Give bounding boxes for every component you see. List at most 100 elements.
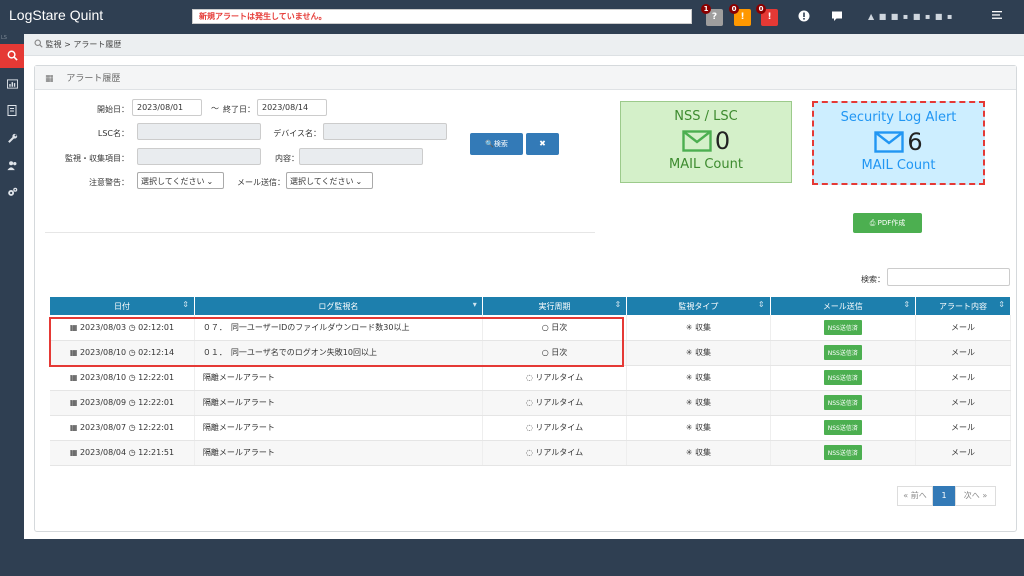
alert-history-table: 日付 ⇕ ログ監視名 ▾ 実行周期 ⇕ 監視タイプ ⇕ メール送信 ⇕ アラート内容 ⇕ ▦…	[50, 297, 1011, 466]
sort-icon: ⇕	[903, 300, 911, 309]
sidebar-item-report[interactable]	[0, 98, 24, 122]
table-row[interactable]: ▦ 2023/08/03 ◷ 02:12:01 ０７． 同一ユーザーIDのファイ…	[50, 315, 1011, 341]
nss-mail-count: 0	[714, 127, 731, 155]
lsc-name-label: LSC名：	[97, 129, 129, 138]
nss-sent-badge[interactable]: NSS送信済	[823, 395, 862, 410]
sidebar-item-settings[interactable]	[0, 181, 24, 205]
cycle-cell: ◌ リアルタイム	[482, 390, 628, 416]
table-icon: ▦	[45, 74, 54, 84]
chat-icon[interactable]	[831, 10, 843, 25]
calendar-icon: ▦	[69, 322, 78, 332]
table-search-input[interactable]	[887, 268, 1010, 286]
app-title[interactable]: LogStare Quint	[9, 7, 103, 23]
column-header-mail-send[interactable]: メール送信 ⇕	[770, 297, 917, 315]
warning-label: 注意警告：	[89, 178, 129, 187]
monitor-type-cell: ✳ 収集	[626, 315, 771, 341]
monitor-type-cell: ✳ 収集	[626, 415, 771, 441]
spinner-icon: ◌	[525, 373, 533, 382]
calendar-icon: ▦	[69, 398, 78, 407]
question-notification-button[interactable]: 1 ?	[701, 4, 723, 26]
monitor-type-cell: ✳ 収集	[626, 340, 771, 366]
error-notification-button[interactable]: 0 !	[756, 4, 778, 26]
column-header-date[interactable]: 日付 ⇕	[50, 297, 195, 315]
alert-content-cell: メール	[915, 440, 1011, 466]
panel-title: アラート履歴	[66, 74, 121, 84]
sidebar-item-dashboard[interactable]	[0, 72, 24, 96]
device-name-input[interactable]	[323, 123, 447, 140]
nss-sent-badge[interactable]: NSS送信済	[823, 445, 862, 460]
search-icon	[34, 39, 43, 48]
nss-sent-badge[interactable]: NSS送信済	[823, 420, 862, 435]
clock-icon: ◷	[128, 423, 136, 432]
top-bar: LogStare Quint 新規アラートは発生していません。 1 ? 0 ! …	[0, 0, 1024, 34]
asterisk-icon: ✳	[685, 423, 693, 432]
breadcrumb-separator: >	[64, 40, 71, 49]
search-icon	[7, 50, 18, 61]
table-row[interactable]: ▦ 2023/08/10 ◷ 02:12:14 ０１． 同一ユーザ名でのログオン…	[50, 340, 1011, 366]
mail-send-cell: NSS送信済	[770, 365, 917, 391]
start-date-input[interactable]: 2023/08/01	[132, 99, 202, 116]
date-cell: ▦ 2023/08/04 ◷ 12:21:51	[50, 440, 195, 466]
footer-bar	[24, 539, 1024, 576]
sidebar-item-search[interactable]	[0, 44, 30, 68]
user-menu[interactable]: ▲ ■ ■ ▪ ■ ▪ ■ ▪	[868, 12, 986, 21]
pagination-page-1[interactable]: 1	[933, 486, 955, 506]
nss-sent-badge[interactable]: NSS送信済	[823, 345, 862, 360]
sidebar-item-tools[interactable]	[0, 127, 24, 151]
content-input[interactable]	[299, 148, 423, 165]
content-label: 内容：	[275, 154, 299, 163]
menu-lines-icon[interactable]	[992, 10, 1004, 23]
nss-sent-badge[interactable]: NSS送信済	[823, 319, 862, 335]
sort-icon: ⇕	[998, 300, 1005, 309]
clock-icon: ◷	[128, 348, 136, 357]
column-header-cycle[interactable]: 実行周期 ⇕	[482, 297, 628, 315]
end-date-label: 終了日：	[223, 105, 255, 114]
date-cell: ▦ 2023/08/07 ◷ 12:22:01	[50, 415, 195, 441]
end-date-input[interactable]: 2023/08/14	[257, 99, 327, 116]
security-card-footer: MAIL Count	[861, 158, 936, 173]
pagination-prev[interactable]: « 前へ	[897, 486, 933, 506]
warning-icon: !	[740, 12, 745, 22]
warning-notification-button[interactable]: 0 !	[729, 4, 751, 26]
alert-message-bar: 新規アラートは発生していません。	[192, 9, 692, 24]
pdf-button-label: PDF作成	[877, 219, 906, 227]
alert-content-cell: メール	[915, 390, 1011, 416]
mail-send-cell: NSS送信済	[770, 340, 917, 366]
mail-send-cell: NSS送信済	[770, 415, 917, 441]
table-row[interactable]: ▦ 2023/08/07 ◷ 12:22:01 隔離メールアラート ◌ リアルタ…	[50, 415, 1011, 441]
column-header-log-monitor-name[interactable]: ログ監視名 ▾	[194, 297, 483, 315]
calendar-icon: ▦	[69, 448, 78, 457]
search-button[interactable]: 🔍検索	[470, 133, 523, 155]
breadcrumb-monitor[interactable]: 監視	[46, 40, 62, 49]
log-monitor-name-cell: 隔離メールアラート	[194, 365, 483, 391]
table-row[interactable]: ▦ 2023/08/09 ◷ 12:22:01 隔離メールアラート ◌ リアルタ…	[50, 390, 1011, 416]
form-divider	[45, 232, 595, 233]
calendar-icon: ▦	[69, 348, 78, 357]
sort-icon: ⇕	[182, 300, 189, 309]
table-row[interactable]: ▦ 2023/08/10 ◷ 12:22:01 隔離メールアラート ◌ リアルタ…	[50, 365, 1011, 391]
info-icon[interactable]	[798, 10, 810, 25]
nss-sent-badge[interactable]: NSS送信済	[823, 370, 862, 385]
alert-history-panel: ▦ アラート履歴 開始日： 2023/08/01 ～ 終了日： 2023/08/…	[34, 65, 1017, 532]
column-header-monitor-type[interactable]: 監視タイプ ⇕	[626, 297, 771, 315]
clear-button[interactable]: ✖	[526, 133, 559, 155]
column-header-alert-content[interactable]: アラート内容 ⇕	[915, 297, 1011, 315]
monitor-type-cell: ✳ 収集	[626, 390, 771, 416]
mail-send-select[interactable]: 選択してください ⌄	[286, 172, 373, 189]
circle-icon: ○	[541, 322, 549, 332]
table-row[interactable]: ▦ 2023/08/04 ◷ 12:21:51 隔離メールアラート ◌ リアルタ…	[50, 440, 1011, 466]
monitor-item-input[interactable]	[137, 148, 261, 165]
pdf-create-button[interactable]: ⎙ PDF作成	[853, 213, 922, 233]
mail-send-cell: NSS送信済	[770, 390, 917, 416]
envelope-icon	[874, 131, 905, 153]
mail-send-cell: NSS送信済	[770, 440, 917, 466]
lsc-name-input[interactable]	[137, 123, 261, 140]
spinner-icon: ◌	[525, 448, 533, 457]
sidebar-item-users[interactable]	[0, 154, 24, 178]
cycle-cell: ◌ リアルタイム	[482, 415, 628, 441]
clock-icon: ◷	[128, 398, 136, 407]
pagination-next[interactable]: 次へ »	[955, 486, 996, 506]
sidebar-small-label: LS	[1, 35, 7, 41]
date-cell: ▦ 2023/08/09 ◷ 12:22:01	[50, 390, 195, 416]
warning-select[interactable]: 選択してください ⌄	[137, 172, 224, 189]
